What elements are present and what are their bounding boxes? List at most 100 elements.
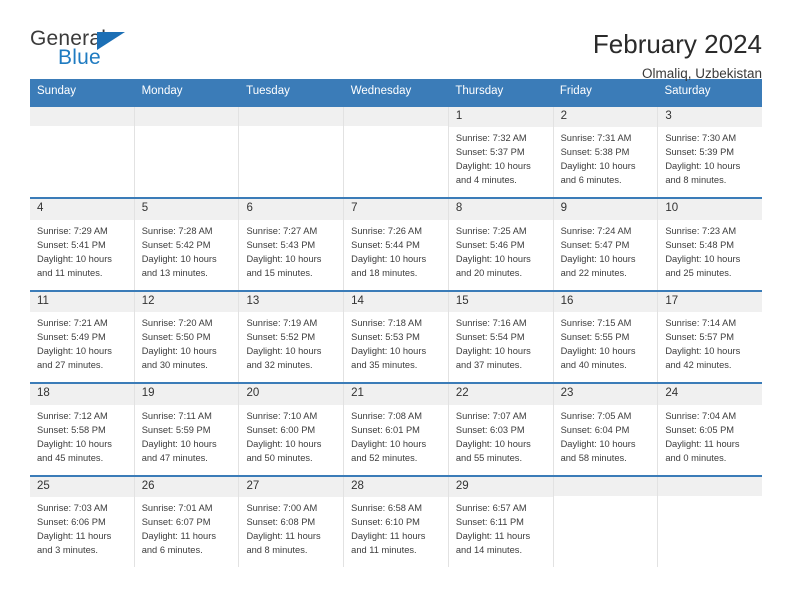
day-cell[interactable]: 26 Sunrise: 7:01 AM Sunset: 6:07 PM Dayl… [134, 476, 240, 568]
sunrise-text: Sunrise: 7:11 AM [141, 410, 212, 421]
sunrise-text: Sunrise: 7:32 AM [455, 133, 527, 144]
day-details: Sunrise: 7:04 AM Sunset: 6:05 PM Dayligh… [658, 405, 762, 466]
sunrise-text: Sunrise: 7:30 AM [665, 133, 737, 144]
day-number: 11 [30, 291, 134, 313]
day-cell [134, 106, 240, 198]
day-cell[interactable]: 29 Sunrise: 6:57 AM Sunset: 6:11 PM Dayl… [448, 476, 554, 568]
sunset-text: Sunset: 5:54 PM [455, 332, 525, 343]
day-cell[interactable]: 27 Sunrise: 7:00 AM Sunset: 6:08 PM Dayl… [239, 476, 345, 568]
daylight-text-line1: Daylight: 10 hours [37, 253, 112, 264]
day-cell [239, 106, 345, 198]
day-number: 1 [448, 106, 553, 128]
general-blue-logo[interactable]: General Blue [30, 28, 150, 74]
day-cell[interactable]: 10 Sunrise: 7:23 AM Sunset: 5:48 PM Dayl… [658, 199, 763, 290]
daylight-text-line2: and 6 minutes. [560, 175, 622, 186]
day-number: 28 [344, 476, 448, 498]
day-number: 10 [658, 199, 763, 220]
day-details: Sunrise: 7:05 AM Sunset: 6:04 PM Dayligh… [554, 405, 658, 466]
day-number: 21 [344, 384, 448, 405]
day-cell[interactable]: 9 Sunrise: 7:24 AM Sunset: 5:47 PM Dayli… [553, 199, 659, 290]
day-cell[interactable]: 25 Sunrise: 7:03 AM Sunset: 6:06 PM Dayl… [30, 476, 135, 568]
day-number [658, 476, 763, 496]
daylight-text-line1: Daylight: 10 hours [141, 253, 217, 264]
sunrise-text: Sunrise: 7:07 AM [455, 410, 527, 421]
daylight-text-line2: and 30 minutes. [141, 360, 208, 371]
day-cell[interactable]: 8 Sunrise: 7:25 AM Sunset: 5:46 PM Dayli… [448, 199, 554, 290]
day-number: 7 [344, 199, 448, 220]
day-cell[interactable]: 22 Sunrise: 7:07 AM Sunset: 6:03 PM Dayl… [448, 384, 554, 475]
daylight-text-line1: Daylight: 10 hours [141, 438, 217, 449]
day-cell[interactable]: 6 Sunrise: 7:27 AM Sunset: 5:43 PM Dayli… [239, 199, 345, 290]
sunrise-text: Sunrise: 7:26 AM [351, 225, 422, 236]
week-row: 4 Sunrise: 7:29 AM Sunset: 5:41 PM Dayli… [30, 197, 763, 290]
sunrise-text: Sunrise: 7:14 AM [665, 318, 737, 329]
day-number: 4 [30, 199, 134, 220]
day-cell[interactable]: 5 Sunrise: 7:28 AM Sunset: 5:42 PM Dayli… [134, 199, 240, 290]
weekday-header-thursday: Thursday [455, 85, 504, 97]
daylight-text-line2: and 11 minutes. [37, 267, 103, 278]
day-cell[interactable]: 14 Sunrise: 7:18 AM Sunset: 5:53 PM Dayl… [344, 291, 449, 383]
day-cell [30, 106, 135, 198]
daylight-text-line1: Daylight: 10 hours [351, 253, 427, 264]
daylight-text-line1: Daylight: 10 hours [37, 438, 112, 449]
day-details: Sunrise: 6:57 AM Sunset: 6:11 PM Dayligh… [449, 497, 553, 558]
day-cell[interactable]: 11 Sunrise: 7:21 AM Sunset: 5:49 PM Dayl… [30, 291, 135, 383]
sunrise-text: Sunrise: 6:57 AM [455, 503, 527, 514]
day-details: Sunrise: 7:14 AM Sunset: 5:57 PM Dayligh… [658, 312, 762, 373]
daylight-text-line1: Daylight: 11 hours [665, 438, 740, 449]
daylight-text-line2: and 32 minutes. [246, 360, 313, 371]
day-cell[interactable]: 13 Sunrise: 7:19 AM Sunset: 5:52 PM Dayl… [239, 291, 345, 383]
day-number [30, 106, 134, 126]
daylight-text-line1: Daylight: 10 hours [455, 346, 531, 357]
day-cell[interactable]: 17 Sunrise: 7:14 AM Sunset: 5:57 PM Dayl… [658, 291, 763, 383]
day-number: 12 [134, 291, 239, 313]
sunset-text: Sunset: 6:06 PM [37, 517, 106, 528]
sunset-text: Sunset: 5:44 PM [351, 239, 420, 250]
sunrise-text: Sunrise: 7:03 AM [37, 503, 108, 514]
sunrise-text: Sunrise: 7:00 AM [246, 503, 318, 514]
sunset-text: Sunset: 6:10 PM [351, 517, 420, 528]
day-cell[interactable]: 16 Sunrise: 7:15 AM Sunset: 5:55 PM Dayl… [553, 291, 659, 383]
daylight-text-line2: and 27 minutes. [37, 360, 104, 371]
sunset-text: Sunset: 6:03 PM [455, 424, 525, 435]
day-cell[interactable]: 20 Sunrise: 7:10 AM Sunset: 6:00 PM Dayl… [239, 384, 345, 475]
day-cell[interactable]: 3 Sunrise: 7:30 AM Sunset: 5:39 PM Dayli… [658, 106, 763, 198]
day-details: Sunrise: 7:30 AM Sunset: 5:39 PM Dayligh… [658, 127, 762, 188]
day-cell[interactable]: 18 Sunrise: 7:12 AM Sunset: 5:58 PM Dayl… [30, 384, 135, 475]
day-cell[interactable]: 2 Sunrise: 7:31 AM Sunset: 5:38 PM Dayli… [553, 106, 659, 198]
daylight-text-line1: Daylight: 10 hours [455, 161, 531, 172]
daylight-text-line2: and 47 minutes. [141, 452, 208, 463]
sunset-text: Sunset: 5:59 PM [141, 424, 211, 435]
week-row: 11 Sunrise: 7:21 AM Sunset: 5:49 PM Dayl… [30, 289, 763, 383]
day-cell[interactable]: 19 Sunrise: 7:11 AM Sunset: 5:59 PM Dayl… [134, 384, 240, 475]
sunrise-text: Sunrise: 7:28 AM [141, 225, 213, 236]
weekday-header-tuesday: Tuesday [246, 85, 290, 97]
day-cell[interactable]: 21 Sunrise: 7:08 AM Sunset: 6:01 PM Dayl… [344, 384, 449, 475]
day-cell[interactable]: 7 Sunrise: 7:26 AM Sunset: 5:44 PM Dayli… [344, 199, 449, 290]
sunset-text: Sunset: 5:48 PM [665, 239, 735, 250]
daylight-text-line1: Daylight: 11 hours [246, 531, 321, 542]
week-row: 25 Sunrise: 7:03 AM Sunset: 6:06 PM Dayl… [30, 474, 763, 568]
triangle-icon [97, 32, 125, 50]
calendar-page: General Blue February 2024 Olmaliq, Uzbe… [0, 0, 792, 612]
day-cell[interactable]: 15 Sunrise: 7:16 AM Sunset: 5:54 PM Dayl… [448, 291, 554, 383]
daylight-text-line2: and 40 minutes. [560, 360, 627, 371]
day-details: Sunrise: 7:28 AM Sunset: 5:42 PM Dayligh… [135, 220, 239, 281]
day-number: 20 [239, 384, 344, 405]
sunrise-text: Sunrise: 7:24 AM [560, 225, 632, 236]
day-details: Sunrise: 7:27 AM Sunset: 5:43 PM Dayligh… [239, 220, 343, 281]
sunset-text: Sunset: 5:46 PM [455, 239, 525, 250]
daylight-text-line2: and 22 minutes. [560, 267, 627, 278]
day-details: Sunrise: 7:31 AM Sunset: 5:38 PM Dayligh… [554, 127, 658, 188]
day-cell[interactable]: 23 Sunrise: 7:05 AM Sunset: 6:04 PM Dayl… [553, 384, 659, 475]
day-cell[interactable]: 24 Sunrise: 7:04 AM Sunset: 6:05 PM Dayl… [658, 384, 763, 475]
day-number: 3 [658, 106, 763, 128]
day-cell[interactable]: 12 Sunrise: 7:20 AM Sunset: 5:50 PM Dayl… [134, 291, 240, 383]
daylight-text-line1: Daylight: 10 hours [560, 161, 636, 172]
day-cell[interactable]: 4 Sunrise: 7:29 AM Sunset: 5:41 PM Dayli… [30, 199, 135, 290]
day-cell[interactable]: 1 Sunrise: 7:32 AM Sunset: 5:37 PM Dayli… [448, 106, 554, 198]
calendar-grid: Sunday Monday Tuesday Wednesday Thursday… [30, 79, 763, 568]
day-number: 29 [448, 476, 553, 498]
day-cell[interactable]: 28 Sunrise: 6:58 AM Sunset: 6:10 PM Dayl… [344, 476, 449, 568]
sunrise-text: Sunrise: 7:20 AM [141, 318, 213, 329]
